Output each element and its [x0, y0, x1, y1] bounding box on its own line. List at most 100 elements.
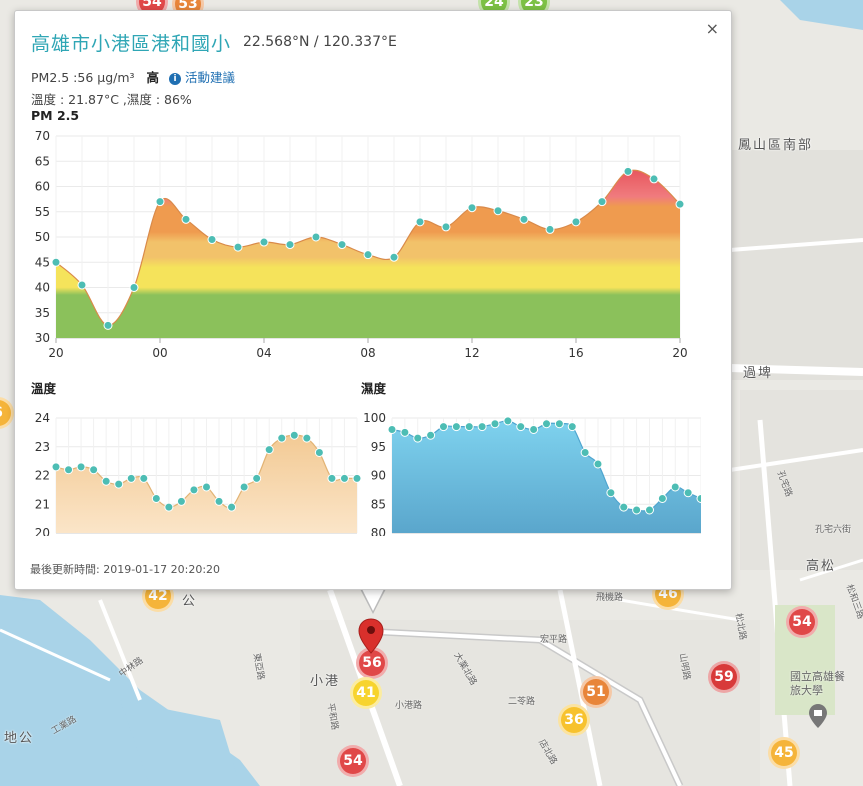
data-point — [339, 473, 349, 483]
x-tick-label: 08 — [360, 346, 375, 360]
close-icon[interactable]: × — [706, 19, 719, 38]
data-point — [389, 252, 399, 262]
aqi-marker[interactable]: 41 — [350, 677, 382, 709]
data-point — [413, 433, 423, 443]
data-point — [415, 217, 425, 227]
data-point — [51, 257, 61, 267]
y-tick-label: 30 — [35, 331, 50, 345]
aqi-marker-value: 23 — [524, 0, 544, 10]
last-updated-value: 2019-01-17 20:20:20 — [103, 563, 221, 576]
x-tick-label: 20 — [672, 346, 687, 360]
data-point — [259, 237, 269, 247]
data-point — [387, 425, 397, 434]
map-label-area: 公 — [182, 594, 198, 609]
map-road-label: 宏平路 — [540, 635, 568, 645]
data-point — [657, 494, 667, 503]
data-point — [580, 448, 590, 457]
data-point — [683, 488, 693, 498]
map-label-area: 小港 — [310, 674, 341, 689]
data-point — [181, 214, 191, 224]
data-point — [490, 419, 500, 429]
pm-value: PM2.5 :56 μg/m³ — [31, 70, 135, 85]
pm25-chart[interactable]: 30 35 40 45 50 55 60 65 70 20 00 04 08 12 16 20 — [15, 123, 731, 375]
aqi-marker-value: 59 — [714, 669, 734, 685]
x-tick-label: 04 — [256, 346, 271, 360]
data-point — [467, 203, 477, 213]
aqi-marker[interactable]: 36 — [558, 704, 590, 736]
y-tick-label: 65 — [35, 154, 50, 168]
humidity-chart-title: 濕度 — [361, 381, 387, 396]
map-road-label: 二苓路 — [508, 697, 536, 707]
y-tick-label: 70 — [35, 129, 50, 143]
y-tick-label: 80 — [371, 526, 386, 536]
data-point — [451, 422, 461, 432]
data-point — [567, 422, 577, 432]
data-point — [519, 214, 529, 224]
y-tick-label: 45 — [35, 255, 50, 269]
data-point — [114, 479, 124, 489]
y-tick-label: 22 — [35, 469, 50, 483]
data-point — [89, 465, 99, 475]
data-point — [696, 494, 701, 503]
aqi-marker[interactable]: 54 — [337, 745, 369, 777]
temp-humidity-summary: 溫度 : 21.87°C ,濕度 : 86% — [31, 92, 192, 107]
poi-school-icon[interactable] — [808, 703, 828, 729]
pm-level: 高 — [146, 70, 160, 85]
temperature-chart-title: 溫度 — [31, 381, 57, 396]
aqi-marker[interactable]: 45 — [768, 737, 800, 769]
data-point — [439, 422, 448, 432]
station-name[interactable]: 高雄市小港區港和國小 — [31, 29, 231, 56]
y-tick-label: 95 — [371, 440, 386, 454]
data-point — [337, 240, 347, 250]
data-point — [214, 496, 224, 506]
map-label-area: 高松 — [806, 559, 837, 574]
data-point — [176, 496, 186, 506]
data-point — [302, 433, 312, 443]
y-tick-label: 85 — [371, 497, 386, 511]
data-point — [311, 232, 321, 242]
data-point — [503, 416, 513, 426]
series-area — [392, 420, 701, 533]
map-road-label: 孔宅六街 — [815, 525, 852, 535]
aqi-marker[interactable]: 54 — [786, 606, 818, 638]
aqi-marker-value: 6 — [0, 405, 3, 421]
map-pin-icon[interactable] — [358, 618, 384, 654]
data-point — [189, 485, 199, 495]
aqi-marker[interactable]: 59 — [708, 661, 740, 693]
data-point — [314, 448, 324, 457]
data-point — [202, 482, 211, 492]
y-tick-label: 21 — [35, 497, 50, 511]
data-point — [597, 197, 607, 207]
data-point — [77, 280, 87, 290]
station-coords: 22.568°N / 120.337°E — [243, 34, 397, 50]
map-label-area: 地公 — [4, 731, 35, 746]
data-point — [103, 320, 113, 330]
data-point — [632, 505, 642, 515]
y-tick-label: 100 — [363, 411, 386, 425]
station-popup: × 高雄市小港區港和國小 22.568°N / 120.337°E PM2.5 … — [14, 10, 732, 590]
data-point — [151, 494, 161, 503]
humidity-chart[interactable]: 80 85 90 95 100 — [351, 396, 701, 536]
activity-advice-link[interactable]: i 活動建議 — [169, 70, 235, 85]
data-point — [233, 242, 243, 252]
map-poi-label: 國立高雄餐旅大學 — [790, 670, 845, 697]
x-tick-label: 16 — [568, 346, 583, 360]
data-point — [529, 425, 539, 434]
aqi-marker[interactable]: 51 — [580, 676, 612, 708]
data-point — [426, 430, 436, 440]
data-point — [542, 419, 551, 429]
data-point — [670, 482, 680, 492]
data-point — [606, 488, 616, 498]
y-tick-label: 24 — [35, 411, 50, 425]
map-road-label: 飛機路 — [596, 593, 624, 603]
info-icon: i — [169, 73, 182, 85]
y-tick-label: 90 — [371, 469, 386, 483]
temperature-chart[interactable]: 20 21 22 23 24 — [15, 396, 365, 536]
y-tick-label: 23 — [35, 440, 50, 454]
data-point — [252, 473, 262, 483]
map-road-label: 小港路 — [395, 701, 423, 711]
data-point — [571, 217, 581, 227]
data-point — [289, 430, 299, 440]
data-point — [464, 422, 474, 432]
data-point — [623, 166, 633, 176]
